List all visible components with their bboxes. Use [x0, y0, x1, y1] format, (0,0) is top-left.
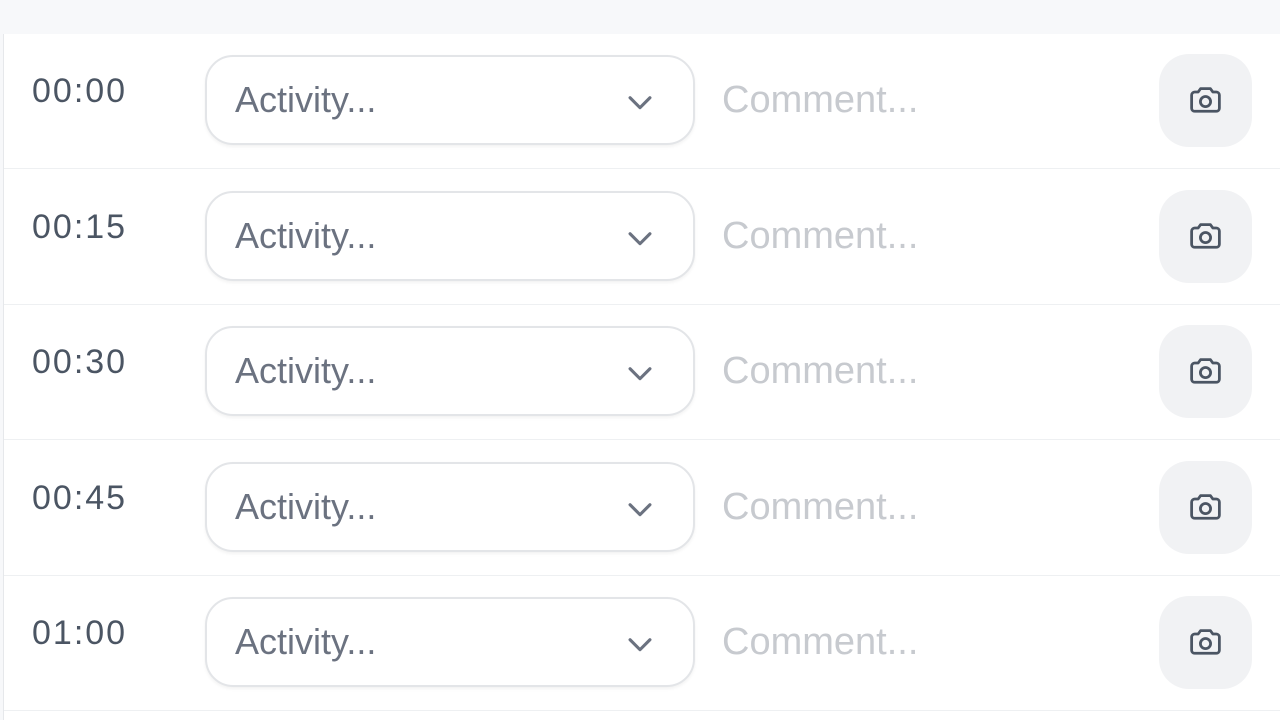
activity-select[interactable]: Activity... [205, 597, 695, 687]
activity-select[interactable]: Activity... [205, 191, 695, 281]
activity-select-value: Activity... [235, 486, 377, 527]
activity-select[interactable]: Activity... [205, 55, 695, 145]
chevron-down-icon [628, 96, 652, 110]
activity-select-value: Activity... [235, 621, 377, 662]
camera-button[interactable] [1159, 190, 1252, 283]
top-bar [0, 0, 1280, 34]
camera-button[interactable] [1159, 596, 1252, 689]
chevron-down-icon [628, 503, 652, 517]
time-slot-row: 01:00 Activity... [4, 576, 1280, 711]
camera-icon [1190, 87, 1221, 113]
chevron-down-icon [628, 638, 652, 652]
camera-icon [1190, 223, 1221, 249]
chevron-down-icon [628, 367, 652, 381]
camera-icon [1190, 358, 1221, 384]
time-label: 01:00 [32, 614, 128, 652]
comment-input[interactable] [722, 206, 1142, 266]
time-label: 00:15 [32, 208, 128, 246]
activity-select[interactable]: Activity... [205, 462, 695, 552]
camera-button[interactable] [1159, 325, 1252, 418]
comment-input[interactable] [722, 341, 1142, 401]
activity-select-value: Activity... [235, 79, 377, 120]
time-slot-row: 00:30 Activity... [4, 305, 1280, 440]
time-label: 00:00 [32, 72, 128, 110]
time-label: 00:30 [32, 343, 128, 381]
comment-input[interactable] [722, 70, 1142, 130]
time-label: 00:45 [32, 479, 128, 517]
activity-select[interactable]: Activity... [205, 326, 695, 416]
camera-icon [1190, 629, 1221, 655]
activity-select-value: Activity... [235, 350, 377, 391]
comment-input[interactable] [722, 612, 1142, 672]
time-slot-row: 00:45 Activity... [4, 441, 1280, 576]
time-slot-row: 00:15 Activity... [4, 170, 1280, 305]
time-slot-row: 00:00 Activity... [4, 34, 1280, 169]
chevron-down-icon [628, 232, 652, 246]
activity-select-value: Activity... [235, 215, 377, 256]
camera-icon [1190, 494, 1221, 520]
camera-button[interactable] [1159, 461, 1252, 554]
comment-input[interactable] [722, 477, 1142, 537]
time-log-list: 00:00 Activity... 00:15 Activity... 00:3… [3, 34, 1280, 720]
camera-button[interactable] [1159, 54, 1252, 147]
